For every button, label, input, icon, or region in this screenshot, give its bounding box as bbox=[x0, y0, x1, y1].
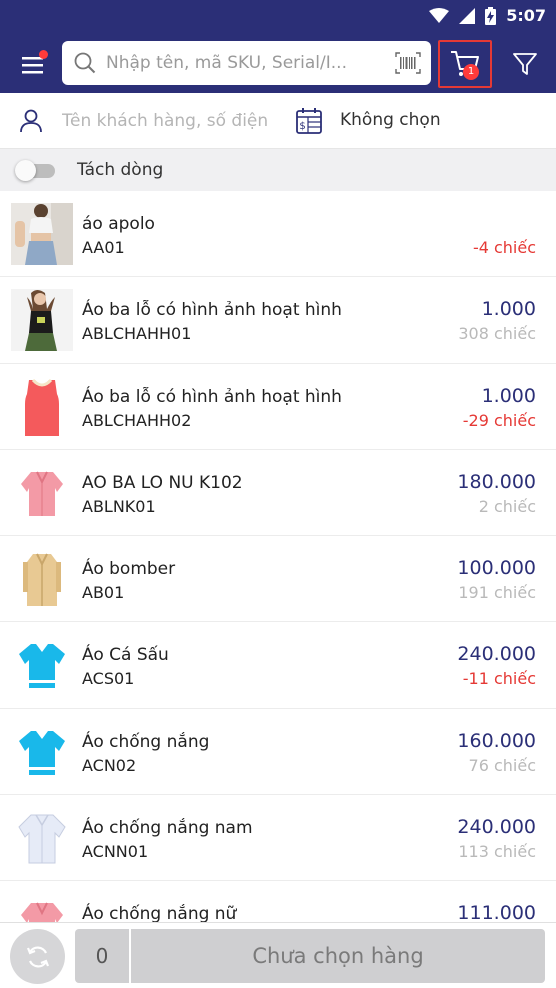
checkout-button[interactable]: Chưa chọn hàng bbox=[131, 929, 545, 983]
product-item[interactable]: AO BA LO NU K102 ABLNK01 180.000 2 chiếc bbox=[0, 449, 556, 537]
product-price: 240.000 bbox=[457, 643, 536, 666]
product-name: Áo chống nắng nam bbox=[82, 818, 253, 839]
product-thumbnail bbox=[11, 461, 73, 524]
clock: 5:07 bbox=[506, 6, 546, 25]
product-list: áo apolo AA01 -4 chiếc Áo ba lỗ có hình … bbox=[0, 191, 556, 922]
product-stock: -29 chiếc bbox=[462, 410, 536, 430]
product-sku: ACS01 bbox=[82, 669, 135, 689]
toggle-knob bbox=[15, 160, 36, 181]
product-item[interactable]: áo apolo AA01 -4 chiếc bbox=[0, 191, 556, 278]
app-bar: 1 bbox=[0, 33, 556, 93]
product-thumbnail bbox=[11, 375, 73, 438]
product-price: 1.000 bbox=[481, 298, 536, 321]
barcode-scan-icon[interactable] bbox=[395, 52, 421, 74]
product-stock: 2 chiếc bbox=[478, 496, 536, 516]
product-thumbnail bbox=[11, 548, 73, 611]
search-input[interactable] bbox=[106, 41, 386, 85]
product-item[interactable]: Áo chống nắng nữ 111.000 bbox=[0, 881, 556, 922]
product-name: AO BA LO NU K102 bbox=[82, 472, 243, 493]
product-stock: 76 chiếc bbox=[468, 755, 536, 775]
product-price: 111.000 bbox=[457, 902, 536, 922]
red-tank-top-image bbox=[11, 375, 73, 438]
cart-badge: 1 bbox=[463, 64, 479, 80]
search-box[interactable] bbox=[62, 41, 431, 85]
product-price: 160.000 bbox=[457, 729, 536, 752]
selected-quantity: 0 bbox=[75, 929, 129, 983]
product-price: 100.000 bbox=[457, 557, 536, 580]
menu-button[interactable] bbox=[12, 47, 48, 79]
product-name: Áo chống nắng bbox=[82, 731, 210, 752]
beige-coat-image bbox=[11, 548, 73, 611]
pink-blouse-image bbox=[11, 461, 73, 524]
notification-dot bbox=[39, 50, 48, 59]
wifi-icon bbox=[429, 7, 450, 23]
product-name: Áo Cá Sấu bbox=[82, 645, 169, 666]
product-thumbnail bbox=[11, 893, 73, 922]
product-sku: ACNN01 bbox=[82, 842, 149, 862]
product-item[interactable]: Áo ba lỗ có hình ảnh hoạt hình ABLCHAHH0… bbox=[0, 277, 556, 364]
blue-polo-image bbox=[11, 720, 73, 783]
product-stock: 308 chiếc bbox=[458, 324, 536, 344]
search-icon bbox=[74, 52, 96, 74]
product-name: Áo ba lỗ có hình ảnh hoạt hình bbox=[82, 300, 342, 321]
customer-row: $ Không chọn bbox=[0, 93, 556, 149]
white-shirt-image bbox=[11, 807, 73, 870]
product-name: áo apolo bbox=[82, 214, 155, 234]
pricelist-selector[interactable]: Không chọn bbox=[340, 110, 441, 130]
filter-icon bbox=[513, 53, 537, 75]
product-name: Áo bomber bbox=[82, 559, 176, 580]
product-stock: 191 chiếc bbox=[458, 583, 536, 603]
hamburger-menu-icon bbox=[22, 57, 43, 74]
filter-button[interactable] bbox=[508, 48, 542, 80]
customer-input[interactable] bbox=[62, 101, 274, 141]
product-sku: AB01 bbox=[82, 583, 125, 603]
signal-icon bbox=[459, 7, 476, 24]
product-name: Áo ba lỗ có hình ảnh hoạt hình bbox=[82, 386, 342, 407]
status-icons: 5:07 bbox=[429, 6, 546, 25]
product-price: 240.000 bbox=[457, 816, 536, 839]
cart-button[interactable]: 1 bbox=[438, 40, 492, 88]
svg-text:$: $ bbox=[299, 121, 305, 132]
product-stock: -11 chiếc bbox=[462, 669, 536, 689]
refresh-button[interactable] bbox=[10, 929, 65, 984]
product-price: 1.000 bbox=[481, 384, 536, 407]
bottom-bar: 0 Chưa chọn hàng bbox=[0, 922, 556, 988]
product-sku: ABLCHAHH02 bbox=[82, 410, 192, 430]
product-thumbnail bbox=[11, 720, 73, 783]
product-sku: AA01 bbox=[82, 238, 125, 257]
product-sku: ABLNK01 bbox=[82, 496, 156, 516]
tank-top-photo-image bbox=[11, 289, 73, 352]
status-bar: 5:07 bbox=[0, 0, 556, 33]
product-stock: 113 chiếc bbox=[458, 842, 536, 862]
battery-charging-icon bbox=[485, 6, 497, 25]
user-icon bbox=[20, 109, 42, 133]
product-item[interactable]: Áo chống nắng nam ACNN01 240.000 113 chi… bbox=[0, 795, 556, 882]
product-sku: ACN02 bbox=[82, 755, 137, 775]
product-thumbnail bbox=[11, 634, 73, 697]
product-thumbnail bbox=[11, 289, 73, 352]
blue-polo-image bbox=[11, 634, 73, 697]
product-item[interactable]: Áo bomber AB01 100.000 191 chiếc bbox=[0, 536, 556, 623]
product-item[interactable]: Áo ba lỗ có hình ảnh hoạt hình ABLCHAHH0… bbox=[0, 363, 556, 450]
price-table-icon[interactable]: $ bbox=[296, 108, 322, 134]
split-line-label: Tách dòng bbox=[77, 160, 164, 180]
product-price: 180.000 bbox=[457, 470, 536, 493]
product-sku: ABLCHAHH01 bbox=[82, 324, 192, 344]
product-item[interactable]: Áo Cá Sấu ACS01 240.000 -11 chiếc bbox=[0, 622, 556, 709]
refresh-icon bbox=[26, 946, 50, 968]
product-stock: -4 chiếc bbox=[472, 238, 536, 257]
product-item[interactable]: Áo chống nắng ACN02 160.000 76 chiếc bbox=[0, 708, 556, 796]
split-line-toggle[interactable] bbox=[15, 160, 55, 181]
split-line-row: Tách dòng bbox=[0, 149, 556, 191]
pink-blouse-image bbox=[11, 893, 73, 922]
crop-top-photo-image bbox=[11, 203, 73, 265]
product-thumbnail bbox=[11, 807, 73, 870]
product-thumbnail bbox=[11, 203, 73, 265]
product-name: Áo chống nắng nữ bbox=[82, 904, 237, 922]
